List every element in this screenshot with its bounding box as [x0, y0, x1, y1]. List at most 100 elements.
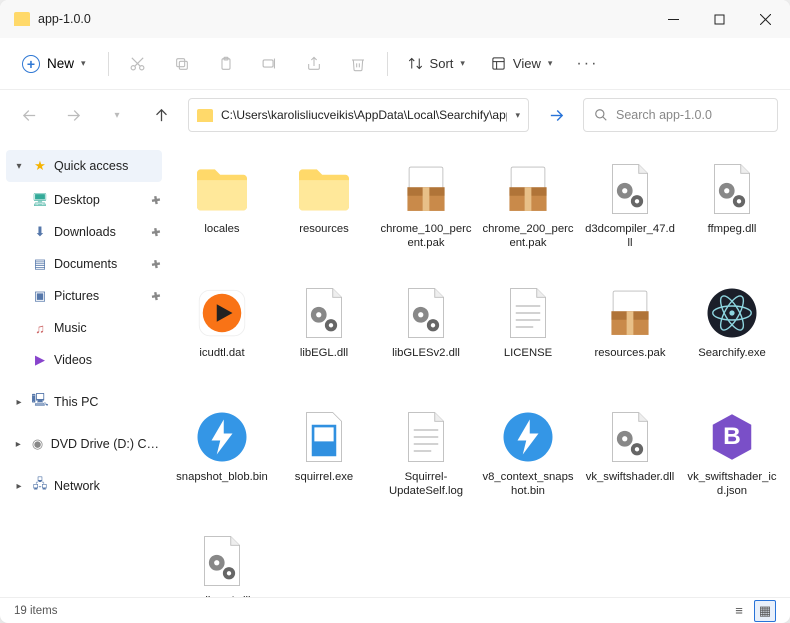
chevron-down-icon: ▾: [460, 58, 465, 69]
file-icon: [191, 532, 253, 590]
file-item[interactable]: libEGL.dll: [276, 280, 372, 402]
pin-icon: ✖: [148, 224, 163, 240]
file-icon: [395, 284, 457, 342]
pc-icon: 🖳: [32, 394, 48, 410]
chevron-right-icon: ▸: [12, 439, 24, 450]
minimize-button[interactable]: [650, 0, 696, 38]
file-icon: [191, 160, 253, 218]
rename-button[interactable]: [251, 45, 289, 83]
file-item[interactable]: ffmpeg.dll: [684, 156, 780, 278]
item-count: 19 items: [14, 605, 57, 617]
file-icon: [395, 160, 457, 218]
sidebar-network[interactable]: ▸🖧Network: [0, 470, 168, 502]
file-icon: [293, 408, 355, 466]
chevron-down-icon[interactable]: ▾: [515, 110, 520, 121]
file-item[interactable]: icudtl.dat: [174, 280, 270, 402]
sidebar-item-label: This PC: [54, 395, 98, 409]
window-title: app-1.0.0: [38, 12, 650, 26]
file-item[interactable]: v8_context_snapshot.bin: [480, 404, 576, 526]
toolbar: + New ▾ Sort ▾ View ▾ ···: [0, 38, 790, 90]
back-button[interactable]: [12, 98, 46, 132]
file-icon: [701, 160, 763, 218]
file-icon: [599, 284, 661, 342]
file-item[interactable]: vk_swiftshader.dll: [582, 404, 678, 526]
file-icon: [599, 408, 661, 466]
sidebar-item-label: Downloads: [54, 225, 116, 239]
icons-view-button[interactable]: ▦: [754, 600, 776, 622]
pictures-icon: ▣: [32, 288, 48, 304]
sort-button[interactable]: Sort ▾: [398, 47, 475, 81]
file-label: locales: [204, 222, 239, 236]
file-label: Squirrel-UpdateSelf.log: [380, 470, 472, 498]
file-item[interactable]: Squirrel-UpdateSelf.log: [378, 404, 474, 526]
file-icon: B: [701, 408, 763, 466]
explorer-window: app-1.0.0 + New ▾ Sort ▾ View ▾ ···: [0, 0, 790, 623]
view-label: View: [513, 56, 541, 71]
chevron-right-icon: ▸: [12, 397, 26, 408]
sidebar-item-videos[interactable]: ▶Videos: [0, 344, 168, 376]
file-label: chrome_100_percent.pak: [380, 222, 472, 250]
file-label: ffmpeg.dll: [708, 222, 757, 236]
file-icon: [701, 284, 763, 342]
details-view-button[interactable]: ≡: [728, 600, 750, 622]
sidebar-item-documents[interactable]: ▤Documents✖: [0, 248, 168, 280]
copy-button[interactable]: [163, 45, 201, 83]
folder-icon: [197, 109, 213, 122]
view-button[interactable]: View ▾: [481, 47, 562, 81]
cut-button[interactable]: [119, 45, 157, 83]
file-label: vk_swiftshader_icd.json: [686, 470, 778, 498]
file-item[interactable]: snapshot_blob.bin: [174, 404, 270, 526]
file-item[interactable]: resources.pak: [582, 280, 678, 402]
address-bar: ▾ ▾ Search app-1.0.0: [0, 90, 790, 140]
share-button[interactable]: [295, 45, 333, 83]
file-item[interactable]: locales: [174, 156, 270, 278]
file-item[interactable]: resources: [276, 156, 372, 278]
path-input-box[interactable]: ▾: [188, 98, 529, 132]
main-area: ▾ ★ Quick access 🖥Desktop✖ ⬇ Downloads ✖ ▤…: [0, 140, 790, 597]
quick-access-label: Quick access: [54, 159, 128, 173]
file-item[interactable]: Bvk_swiftshader_icd.json: [684, 404, 780, 526]
file-icon: [293, 284, 355, 342]
maximize-button[interactable]: [696, 0, 742, 38]
file-item[interactable]: d3dcompiler_47.dll: [582, 156, 678, 278]
forward-button[interactable]: [56, 98, 90, 132]
file-item[interactable]: chrome_100_percent.pak: [378, 156, 474, 278]
sidebar-item-downloads[interactable]: ⬇ Downloads ✖: [0, 216, 168, 248]
up-button[interactable]: [144, 98, 178, 132]
file-item[interactable]: Searchify.exe: [684, 280, 780, 402]
search-box[interactable]: Search app-1.0.0: [583, 98, 778, 132]
file-item[interactable]: libGLESv2.dll: [378, 280, 474, 402]
sidebar-this-pc[interactable]: ▸ 🖳 This PC: [0, 386, 168, 418]
download-icon: ⬇: [32, 224, 48, 240]
network-icon: 🖧: [32, 478, 48, 494]
file-item[interactable]: squirrel.exe: [276, 404, 372, 526]
paste-button[interactable]: [207, 45, 245, 83]
sort-icon: [408, 56, 423, 71]
new-button[interactable]: + New ▾: [10, 47, 98, 81]
sidebar-item-desktop[interactable]: 🖥Desktop✖: [0, 184, 168, 216]
quick-access[interactable]: ▾ ★ Quick access: [6, 150, 162, 182]
plus-icon: +: [22, 55, 40, 73]
path-input[interactable]: [221, 108, 507, 122]
sidebar-dvd[interactable]: ▸◉DVD Drive (D:) CCCC: [0, 428, 168, 460]
search-placeholder: Search app-1.0.0: [616, 108, 712, 122]
close-button[interactable]: [742, 0, 788, 38]
file-grid[interactable]: locales resources chrome_100_percent.pak ch…: [168, 140, 790, 597]
status-bar: 19 items ≡ ▦: [0, 597, 790, 623]
sidebar-item-music[interactable]: ♫Music: [0, 312, 168, 344]
delete-button[interactable]: [339, 45, 377, 83]
file-icon: [293, 160, 355, 218]
svg-text:B: B: [723, 423, 741, 450]
pin-icon: ✖: [148, 256, 163, 272]
file-item[interactable]: chrome_200_percent.pak: [480, 156, 576, 278]
file-item[interactable]: vulkan-1.dll: [174, 528, 270, 597]
file-item[interactable]: LICENSE: [480, 280, 576, 402]
titlebar[interactable]: app-1.0.0: [0, 0, 790, 38]
sidebar-item-pictures[interactable]: ▣Pictures✖: [0, 280, 168, 312]
pin-icon: ✖: [148, 192, 163, 208]
chevron-down-icon: ▾: [12, 161, 26, 172]
recent-button[interactable]: ▾: [100, 98, 134, 132]
go-button[interactable]: [539, 98, 573, 132]
file-label: icudtl.dat: [199, 346, 244, 360]
more-button[interactable]: ···: [568, 45, 606, 83]
